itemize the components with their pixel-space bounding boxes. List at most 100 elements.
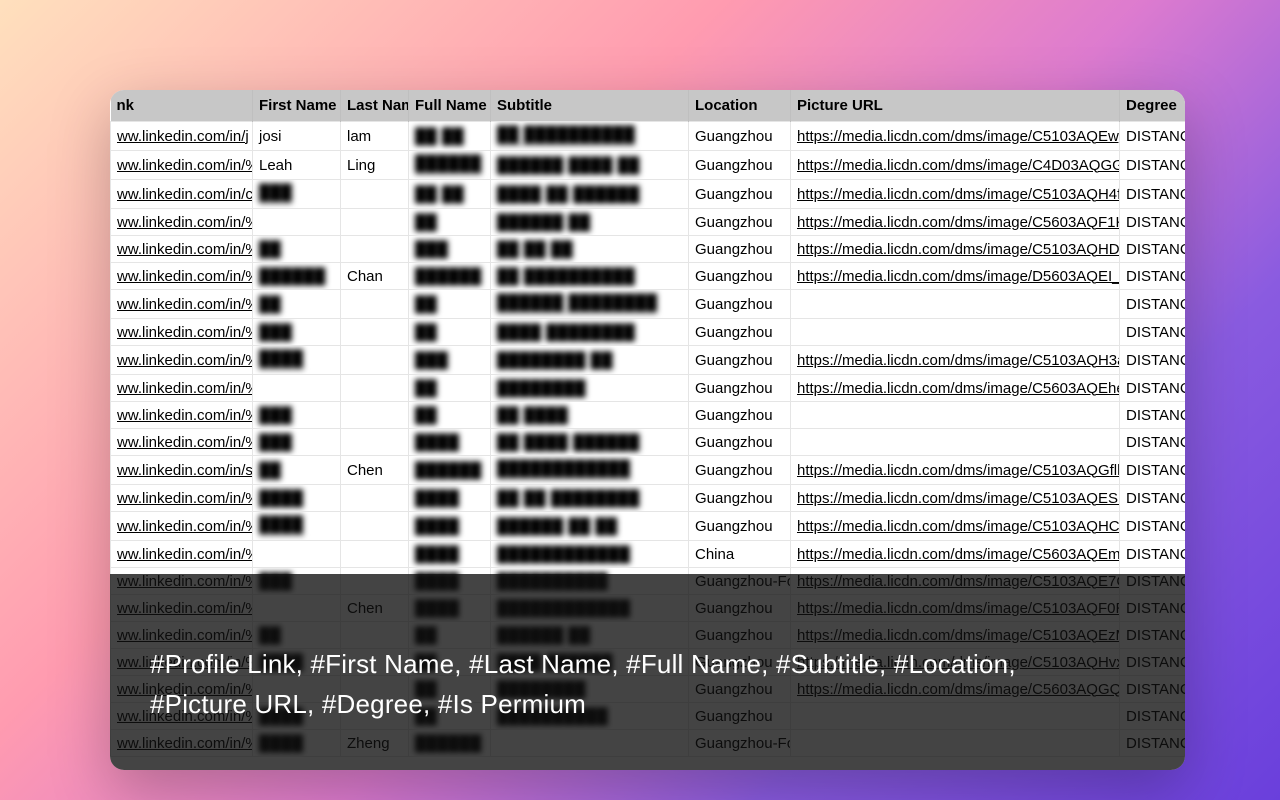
cell[interactable]: ████ xyxy=(409,512,491,541)
cell[interactable]: ████████ xyxy=(491,375,689,402)
cell[interactable]: https://media.licdn.com/dms/image/C5603A… xyxy=(791,375,1120,402)
cell[interactable]: Guangzhou xyxy=(689,456,791,485)
cell[interactable] xyxy=(791,319,1120,346)
cell[interactable]: DISTANCE xyxy=(1120,290,1186,319)
cell[interactable]: DISTANCE xyxy=(1120,456,1186,485)
cell[interactable]: ████ xyxy=(409,485,491,512)
cell[interactable]: ██████ xyxy=(253,263,341,290)
cell[interactable]: Guangzhou xyxy=(689,263,791,290)
cell[interactable]: ww.linkedin.com/in/c xyxy=(111,180,253,209)
cell[interactable]: Guangzhou xyxy=(689,429,791,456)
table-row[interactable]: ww.linkedin.com/in/%██████████Guangzhouh… xyxy=(111,375,1186,402)
cell[interactable]: Guangzhou xyxy=(689,512,791,541)
table-row[interactable]: ww.linkedin.com/in/%██████████ ██ ██████… xyxy=(111,485,1186,512)
cell[interactable] xyxy=(341,209,409,236)
cell[interactable] xyxy=(341,319,409,346)
table-row[interactable]: ww.linkedin.com/in/%███████ ████Guangzho… xyxy=(111,402,1186,429)
col-header-subtitle[interactable]: Subtitle xyxy=(491,90,689,122)
cell[interactable]: ww.linkedin.com/in/% xyxy=(111,151,253,180)
table-row[interactable]: ww.linkedin.com/in/%█████████ ████ █████… xyxy=(111,429,1186,456)
cell[interactable]: https://media.licdn.com/dms/image/C4D03A… xyxy=(791,151,1120,180)
cell[interactable]: Guangzhou xyxy=(689,151,791,180)
cell[interactable]: ██ ██ xyxy=(409,122,491,151)
cell[interactable]: ███ xyxy=(253,429,341,456)
col-header-last[interactable]: Last Name xyxy=(341,90,409,122)
cell[interactable] xyxy=(253,209,341,236)
table-row[interactable]: ww.linkedin.com/in/%███████████████ ██Gu… xyxy=(111,346,1186,375)
cell[interactable]: ww.linkedin.com/in/% xyxy=(111,485,253,512)
cell[interactable]: ███ xyxy=(253,180,341,209)
cell[interactable]: ██ ████ xyxy=(491,402,689,429)
cell[interactable]: DISTANCE xyxy=(1120,429,1186,456)
cell[interactable]: China xyxy=(689,541,791,568)
cell[interactable]: DISTANCE xyxy=(1120,209,1186,236)
cell[interactable]: Guangzhou xyxy=(689,180,791,209)
table-row[interactable]: ww.linkedin.com/in/%████████ ██Guangzhou… xyxy=(111,209,1186,236)
cell[interactable]: ████ xyxy=(409,541,491,568)
cell[interactable]: Chen xyxy=(341,456,409,485)
cell[interactable] xyxy=(341,402,409,429)
col-header-link[interactable]: nk xyxy=(111,90,253,122)
cell[interactable] xyxy=(791,290,1120,319)
cell[interactable]: ██ ██████████ xyxy=(491,263,689,290)
table-row[interactable]: ww.linkedin.com/in/c█████ ██████ ██ ████… xyxy=(111,180,1186,209)
cell[interactable]: https://media.licdn.com/dms/image/C5103A… xyxy=(791,512,1120,541)
cell[interactable]: ███ xyxy=(253,319,341,346)
cell[interactable]: ████ ████████ xyxy=(491,319,689,346)
table-row[interactable]: ww.linkedin.com/in/%█████████ ████████Gu… xyxy=(111,319,1186,346)
cell[interactable] xyxy=(341,429,409,456)
cell[interactable]: ww.linkedin.com/in/% xyxy=(111,512,253,541)
cell[interactable]: DISTANCE xyxy=(1120,122,1186,151)
cell[interactable]: DISTANCE xyxy=(1120,375,1186,402)
cell[interactable]: ██ xyxy=(253,290,341,319)
cell[interactable]: ww.linkedin.com/in/% xyxy=(111,290,253,319)
cell[interactable]: ██████ ██ ██ xyxy=(491,512,689,541)
cell[interactable]: ww.linkedin.com/in/% xyxy=(111,346,253,375)
col-header-location[interactable]: Location xyxy=(689,90,791,122)
col-header-full[interactable]: Full Name xyxy=(409,90,491,122)
cell[interactable]: ████ xyxy=(253,346,341,375)
cell[interactable]: Guangzhou xyxy=(689,236,791,263)
cell[interactable]: ██ xyxy=(409,402,491,429)
cell[interactable]: ███ xyxy=(409,236,491,263)
cell[interactable]: Guangzhou xyxy=(689,319,791,346)
cell[interactable]: ww.linkedin.com/in/% xyxy=(111,429,253,456)
cell[interactable] xyxy=(341,236,409,263)
cell[interactable]: lam xyxy=(341,122,409,151)
table-row[interactable]: ww.linkedin.com/in/%██████████████ ██ ██… xyxy=(111,512,1186,541)
cell[interactable] xyxy=(341,541,409,568)
table-row[interactable]: ww.linkedin.com/in/%██████Chan████████ █… xyxy=(111,263,1186,290)
cell[interactable]: https://media.licdn.com/dms/image/C5103A… xyxy=(791,180,1120,209)
cell[interactable]: ██████ ██ xyxy=(491,209,689,236)
cell[interactable]: ██ ██ ██ xyxy=(491,236,689,263)
cell[interactable]: Leah xyxy=(253,151,341,180)
table-row[interactable]: ww.linkedin.com/in/%████████████████Chin… xyxy=(111,541,1186,568)
cell[interactable]: ██████ ████████ xyxy=(491,290,689,319)
cell[interactable]: Ling xyxy=(341,151,409,180)
cell[interactable] xyxy=(341,346,409,375)
col-header-picture[interactable]: Picture URL xyxy=(791,90,1120,122)
cell[interactable]: ww.linkedin.com/in/% xyxy=(111,319,253,346)
cell[interactable]: ████████████ xyxy=(491,541,689,568)
cell[interactable]: https://media.licdn.com/dms/image/C5603A… xyxy=(791,209,1120,236)
cell[interactable]: ██ xyxy=(409,375,491,402)
cell[interactable]: ww.linkedin.com/in/j xyxy=(111,122,253,151)
col-header-first[interactable]: First Name xyxy=(253,90,341,122)
table-row[interactable]: ww.linkedin.com/in/jjosilam██ ████ █████… xyxy=(111,122,1186,151)
cell[interactable] xyxy=(341,375,409,402)
col-header-degree[interactable]: Degree xyxy=(1120,90,1186,122)
cell[interactable]: ████ xyxy=(253,512,341,541)
cell[interactable]: ww.linkedin.com/in/% xyxy=(111,209,253,236)
cell[interactable] xyxy=(253,541,341,568)
cell[interactable]: ██████ xyxy=(409,456,491,485)
cell[interactable]: DISTANCE xyxy=(1120,485,1186,512)
cell[interactable]: https://media.licdn.com/dms/image/C5103A… xyxy=(791,485,1120,512)
cell[interactable]: Guangzhou xyxy=(689,375,791,402)
cell[interactable]: ████████ ██ xyxy=(491,346,689,375)
cell[interactable]: ██████ xyxy=(409,151,491,180)
cell[interactable]: ww.linkedin.com/in/% xyxy=(111,402,253,429)
cell[interactable]: ██ xyxy=(253,456,341,485)
cell[interactable] xyxy=(791,402,1120,429)
cell[interactable]: DISTANCE xyxy=(1120,402,1186,429)
cell[interactable]: ████████████ xyxy=(491,456,689,485)
